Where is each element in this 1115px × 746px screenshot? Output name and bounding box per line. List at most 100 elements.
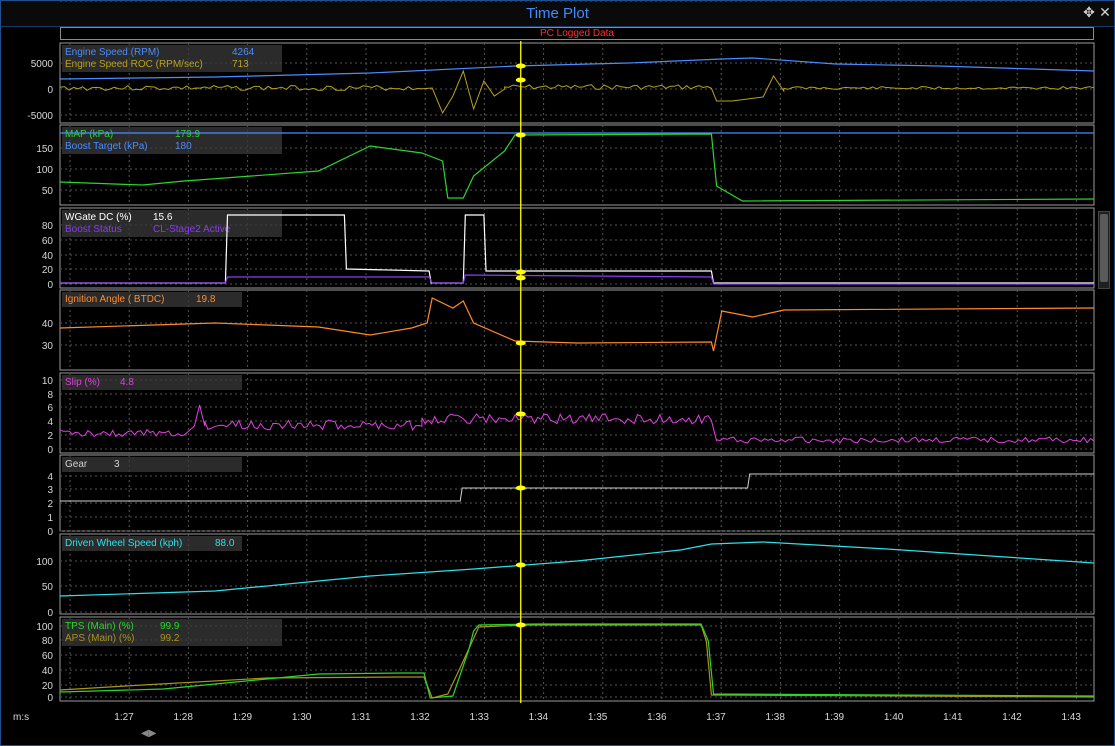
x-tick-label: 1:34 [529,712,549,723]
legend-series-value: 4.8 [120,377,134,388]
y-tick-label: 0 [47,85,53,96]
legend-series-name: Ignition Angle ( BTDC) [65,294,165,305]
time-plot-window: Time Plot ✥ ✕ PC Logged Data 5000 0 -5000 E… [0,0,1115,746]
panel-engine[interactable]: 50000-5000Engine Speed (RPM) 4264Engine S… [27,42,1095,124]
x-tick-label: 1:37 [706,712,726,723]
y-tick-label: 5000 [31,59,54,70]
x-tick-label: 1:27 [114,712,134,723]
x-tick-label: 1:32 [410,712,430,723]
y-tick-label: 10 [42,376,54,387]
y-tick-label: 80 [42,221,54,232]
y-tick-label: 20 [42,1,54,4]
cursor-marker [515,562,526,568]
y-tick-label: 20 [42,681,54,692]
panel-wheelspeed[interactable]: 100 50 0 Driven Wheel Speed (kph) 88.0 [36,533,1095,619]
y-tick-label: 1 [47,513,53,524]
panel-map[interactable]: 150 100 50 MAP (kPa) 179.9 Boost Target (kPa)… [36,124,1095,206]
cursor-marker [515,63,526,69]
x-tick-label: 1:41 [943,712,963,723]
x-tick-label: 1:28 [173,712,193,723]
y-tick-label: 4 [47,417,53,428]
y-tick-label: 80 [42,636,54,647]
cursor-marker [515,132,526,138]
x-tick-label: 1:40 [884,712,904,723]
legend-wgate: WGate DC (%) 15.6 Boost Status CL-Stage2 Ac… [62,210,282,237]
legend-slip: Slip (%) 4.8 [62,375,242,390]
x-tick-label: 1:43 [1061,712,1081,723]
horizontal-scroll-arrows-icon[interactable]: ◀▶ [141,729,161,739]
legend-series-value: CL-Stage2 Active [153,224,231,235]
y-tick-label: 6 [47,403,53,414]
x-tick-label: 1:33 [469,712,489,723]
y-tick-label: 4 [47,472,53,483]
legend-series-name: APS (Main) (%) [65,633,134,644]
x-tick-label: 1:39 [825,712,845,723]
time-axis-label: m:s [13,712,29,723]
legend-series-value: 180 [175,141,192,152]
y-tick-label: 40 [42,251,54,262]
y-tick-label: 60 [42,651,54,662]
legend-series-name: Boost Status [65,224,122,235]
x-tick-label: 1:29 [233,712,253,723]
legend-wheelspeed: Driven Wheel Speed (kph) 88.0 [62,536,242,551]
legend-series-name: MAP (kPa) [65,129,113,140]
legend-series-name: Slip (%) [65,377,100,388]
y-tick-label: -5000 [27,111,53,122]
y-tick-label: 50 [42,582,54,593]
y-tick-label: 8 [47,390,53,401]
panel-wgate[interactable]: 80 60 40 20 0 WGate DC (%) 15.6 Boost Status CL-… [42,207,1095,291]
legend-ignition: Ignition Angle ( BTDC) 19.8 [62,292,242,307]
panel-tps[interactable]: 100 80 60 40 200 TPS (Main) (%) 99.9 APS (Main)… [36,616,1095,704]
x-tick-label: 1:30 [292,712,312,723]
y-tick-label: 60 [42,236,54,247]
legend-series-value: 179.9 [175,129,200,140]
x-tick-label: 1:36 [647,712,667,723]
cursor-marker [515,485,526,491]
y-tick-label: 0 [47,608,53,619]
y-tick-label: 2 [47,431,53,442]
x-tick-label: 1:38 [765,712,785,723]
cursor-marker [515,340,526,346]
legend-background [62,457,242,472]
legend-series-value: 3 [114,459,120,470]
legend-series-name: Engine Speed ROC (RPM/sec) [65,59,203,70]
legend-series-value: 99.9 [160,621,180,632]
cursor-marker [515,269,526,275]
legend-series-name: WGate DC (%) [65,212,132,223]
legend-gear: Gear 3 [62,457,242,472]
y-tick-label: 40 [42,666,54,677]
cursor-marker [515,275,526,281]
legend-series-name: TPS (Main) (%) [65,621,134,632]
y-tick-label: 0 [47,527,53,538]
vertical-scrollbar[interactable] [1098,211,1110,289]
cursor-marker [515,622,526,628]
legend-series-name: Engine Speed (RPM) [65,47,160,58]
legend-series-value: 4264 [232,47,255,58]
plot-area[interactable]: 50000-5000Engine Speed (RPM) 4264Engine S… [1,1,1114,745]
legend-engine: Engine Speed (RPM) 4264 Engine Speed ROC (… [62,45,282,72]
y-tick-label: 100 [36,557,53,568]
y-tick-label: 0 [47,445,53,456]
legend-series-value: 713 [232,59,249,70]
x-tick-label: 1:35 [588,712,608,723]
y-tick-label: 100 [36,622,53,633]
cursor-marker [515,77,526,83]
legend-map: MAP (kPa) 179.9 Boost Target (kPa) 180 [62,127,282,154]
y-tick-label: 100 [36,165,53,176]
y-tick-label: 2 [47,499,53,510]
y-tick-label: 3 [47,485,53,496]
legend-series-value: 15.6 [153,212,173,223]
x-tick-label: 1:31 [351,712,371,723]
x-tick-label: 1:42 [1002,712,1022,723]
legend-series-value: 19.8 [196,294,216,305]
scrollbar-thumb[interactable] [1100,214,1108,282]
y-tick-label: 40 [42,319,54,330]
legend-series-value: 88.0 [215,538,235,549]
y-tick-label: 50 [42,186,54,197]
panel-slip[interactable]: 10 8 6 4 2 0 Slip (%) 4.8 [42,372,1095,456]
panel-gear[interactable]: 4 3 2 1 0 Gear 3 [47,454,1095,538]
legend-series-name: Driven Wheel Speed (kph) [65,538,182,549]
y-tick-label: 0 [47,280,53,291]
y-tick-label: 20 [42,265,54,276]
legend-series-name: Boost Target (kPa) [65,141,148,152]
